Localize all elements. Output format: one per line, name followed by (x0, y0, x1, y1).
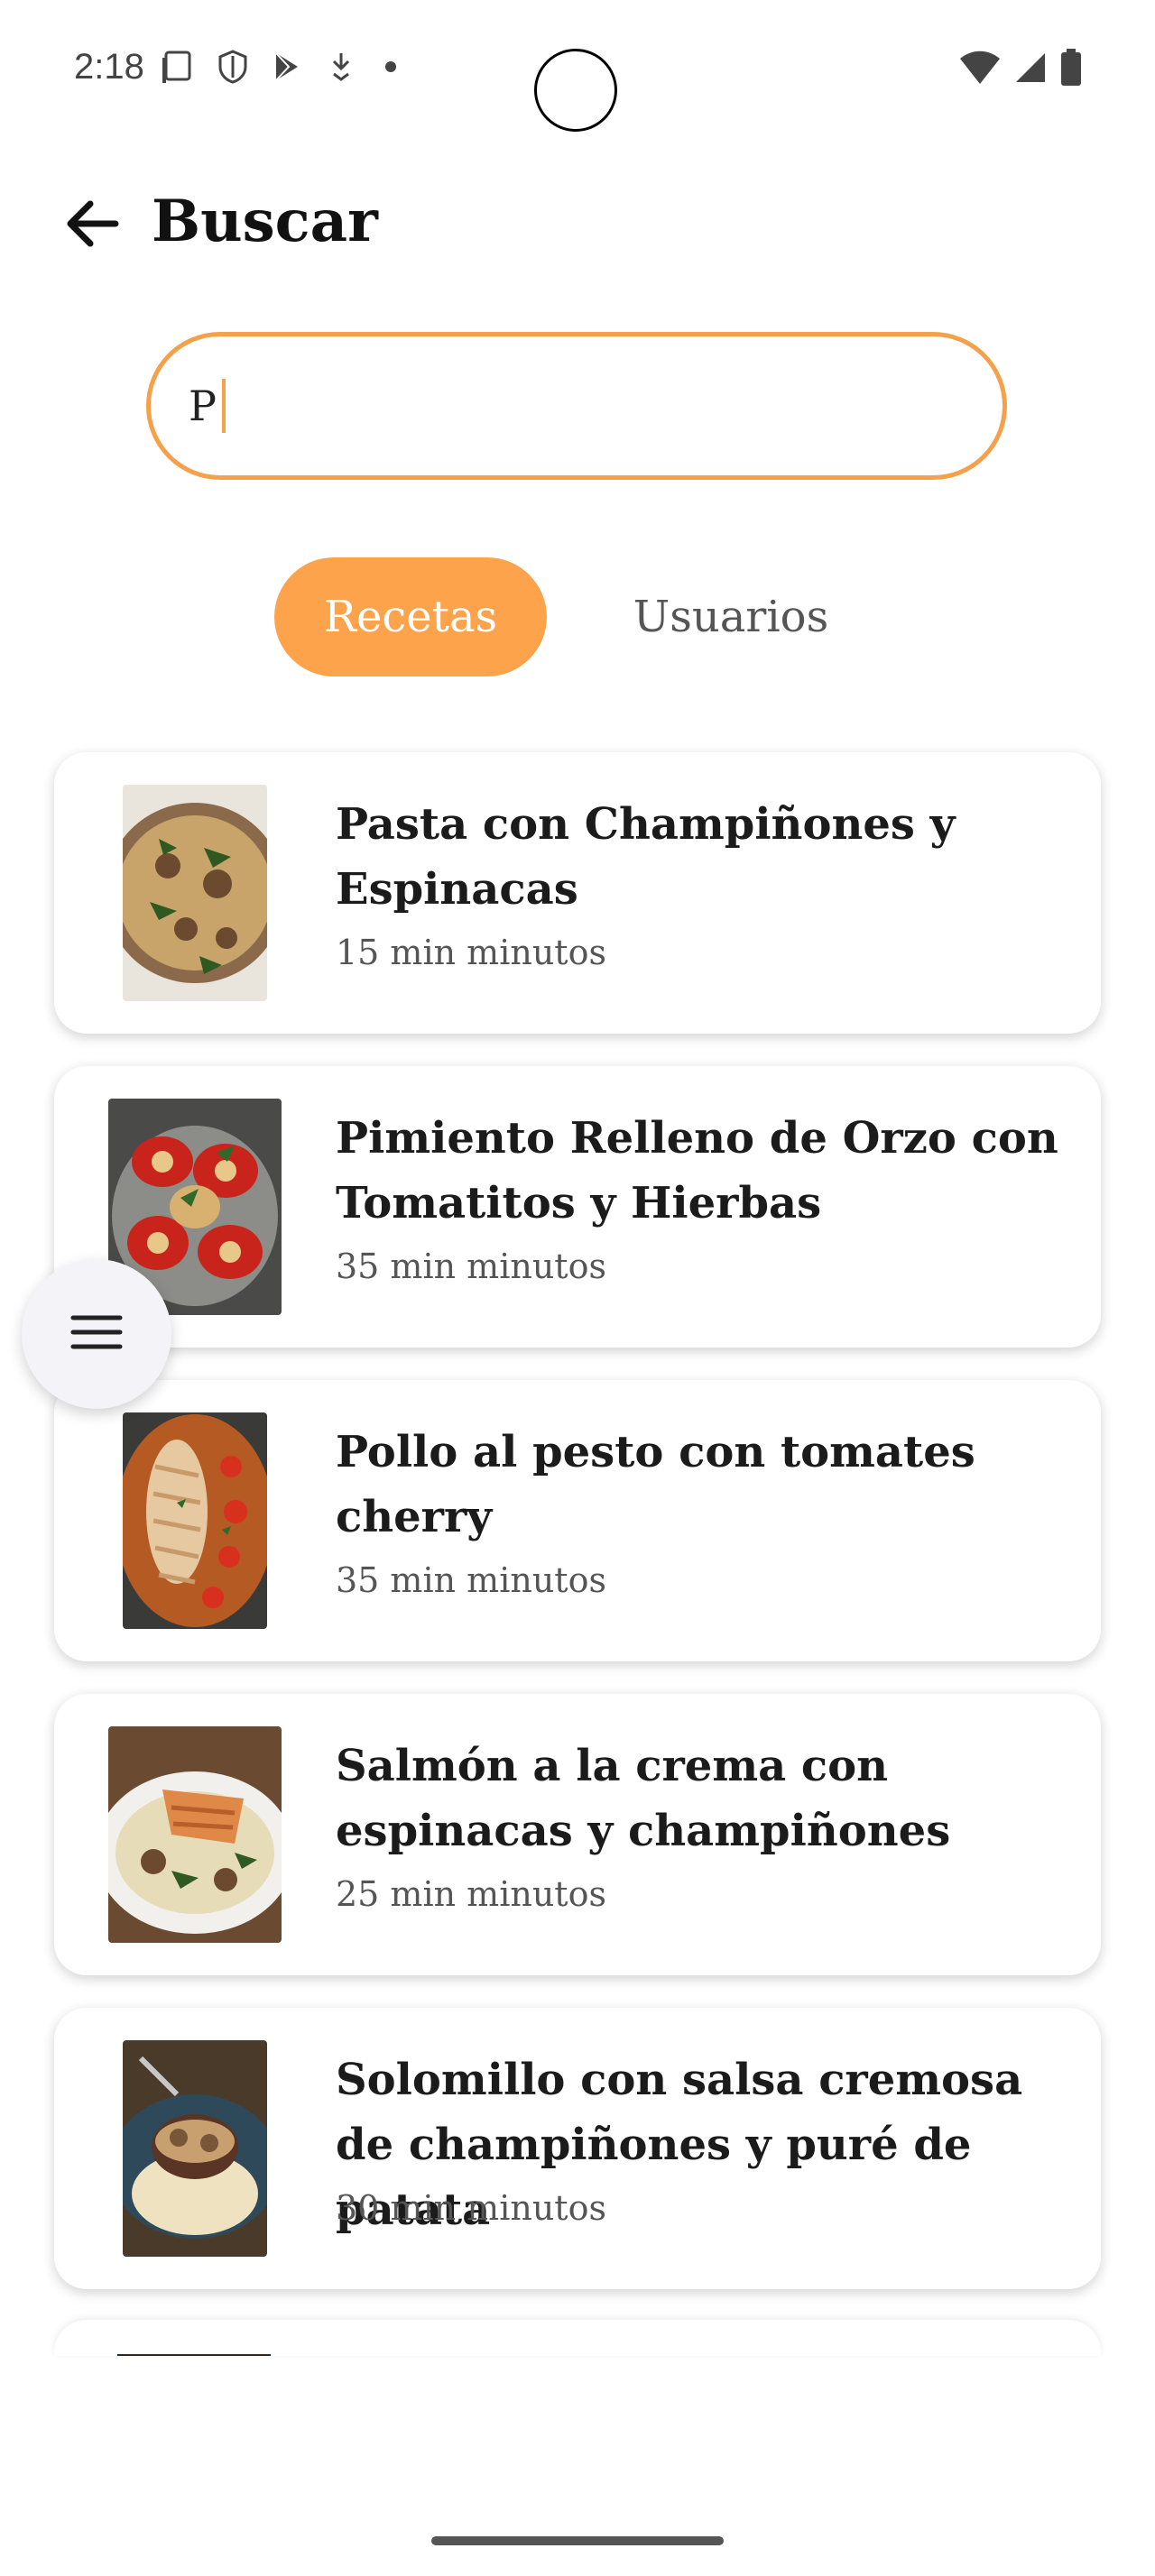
recipe-image (123, 785, 267, 1001)
recipe-card[interactable]: Pasta con Champiñones y Espinacas 15 min… (54, 752, 1101, 1034)
menu-button[interactable] (22, 1259, 171, 1409)
recipe-time: 15 min minutos (336, 933, 606, 972)
play-store-icon (269, 49, 305, 88)
notification-screen-icon (161, 49, 197, 88)
dot-icon (377, 49, 404, 88)
recipe-image-partial (117, 2354, 271, 2356)
back-button[interactable] (56, 198, 128, 253)
tab-recetas[interactable]: Recetas (274, 557, 547, 676)
text-cursor (221, 379, 226, 433)
recipe-title: Pasta con Champiñones y Espinacas (336, 799, 956, 915)
recipe-card[interactable]: Solomillo con salsa cremosa de champiñon… (54, 2008, 1101, 2289)
recipe-card-partial[interactable] (54, 2320, 1101, 2356)
recipe-card[interactable]: Salmón a la crema con espinacas y champi… (54, 1694, 1101, 1975)
recipe-image (108, 1726, 282, 1943)
menu-icon (69, 1312, 124, 1356)
page-title: Buscar (152, 188, 378, 255)
recipe-time: 25 min minutos (336, 1874, 606, 1914)
search-tabs: Recetas Usuarios (0, 557, 1155, 676)
recipe-time: 35 min minutos (336, 1247, 606, 1286)
download-icon (323, 49, 359, 88)
recipe-card[interactable]: Pimiento Relleno de Orzo con Tomatitos y… (54, 1066, 1101, 1348)
recipe-title: Pimiento Relleno de Orzo con Tomatitos y… (336, 1113, 1058, 1228)
status-icons-right (958, 49, 1083, 90)
home-indicator[interactable] (431, 2536, 724, 2545)
camera-cutout (534, 49, 617, 132)
recipe-image (123, 1412, 267, 1629)
search-input[interactable]: P (146, 332, 1007, 480)
recipe-image (123, 2040, 267, 2257)
battery-icon (1059, 49, 1083, 90)
search-input-value: P (189, 382, 217, 430)
tab-usuarios[interactable]: Usuarios (603, 557, 859, 676)
recipe-time: 35 min minutos (336, 1560, 606, 1600)
app-header: Buscar (0, 180, 1155, 271)
status-bar: 2:18 (0, 0, 1155, 135)
status-time: 2:18 (74, 47, 144, 87)
arrow-left-icon (63, 198, 121, 253)
shield-icon (215, 49, 251, 88)
wifi-icon (958, 50, 1002, 89)
signal-icon (1012, 50, 1049, 89)
recipe-title: Pollo al pesto con tomates cherry (336, 1427, 975, 1542)
recipe-card[interactable]: Pollo al pesto con tomates cherry 35 min… (54, 1380, 1101, 1661)
recipe-title: Salmón a la crema con espinacas y champi… (336, 1741, 951, 1856)
status-icons-left (161, 49, 404, 88)
recipe-time: 30 min minutos (336, 2188, 606, 2228)
